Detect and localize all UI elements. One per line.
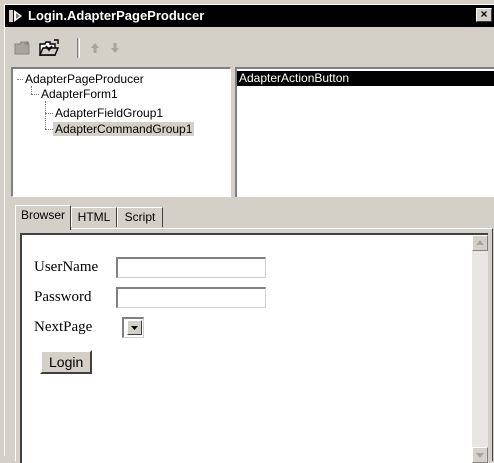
nextpage-label: NextPage [34,319,93,335]
tree-connector [45,101,46,129]
app-icon [9,10,22,22]
toolbar-separator [77,38,80,58]
tree-item-adapterfieldgroup1[interactable]: AdapterFieldGroup1 [53,106,165,120]
open-folder-icon [38,39,60,56]
password-field[interactable] [116,287,266,308]
dropdown-arrow[interactable] [127,320,142,335]
arrow-down-icon [476,453,484,458]
arrow-down-icon [111,43,119,53]
tab-content: UserName Password NextPage Login [15,228,493,463]
new-folder-icon [14,41,30,55]
tree-item-adapterpageproducer[interactable]: AdapterPageProducer [23,72,146,86]
window-title: Login.AdapterPageProducer [28,8,205,23]
tab-html[interactable]: HTML [71,207,117,227]
title-bar[interactable]: Login.AdapterPageProducer × [5,5,494,27]
tree-item-adapterform1[interactable]: AdapterForm1 [39,87,120,101]
close-icon: × [480,7,488,21]
username-field[interactable] [116,257,266,278]
list-item-adapteractionbutton[interactable]: AdapterActionButton [237,71,494,86]
tab-browser[interactable]: Browser [15,205,71,230]
tree-connector [31,86,32,94]
password-label: Password [34,289,92,305]
component-tree[interactable]: AdapterPageProducer AdapterForm1 Adapter… [11,67,231,197]
scroll-up-button[interactable] [472,235,488,251]
browser-preview: UserName Password NextPage Login [20,233,488,463]
scroll-down-button[interactable] [472,447,488,463]
tab-script[interactable]: Script [117,207,163,227]
tree-connector [45,129,53,130]
designer-window: Login.AdapterPageProducer × AdapterPageP… [4,4,494,463]
arrow-up-icon [476,240,484,245]
arrow-up-icon [91,43,99,53]
login-button[interactable]: Login [40,350,93,374]
tree-connector [31,94,39,95]
tree-item-adaptercommandgroup1[interactable]: AdapterCommandGroup1 [53,122,195,136]
new-folder-button[interactable] [11,36,35,60]
fields-list[interactable]: AdapterActionButton [235,67,494,197]
move-down-button[interactable] [103,36,127,60]
vertical-scrollbar[interactable] [472,235,488,463]
close-button[interactable]: × [476,8,492,22]
username-label: UserName [34,259,99,275]
chevron-down-icon [131,326,138,330]
nextpage-select[interactable] [122,317,144,338]
toolbar [5,27,494,67]
open-folder-button[interactable] [37,36,61,60]
tree-connector [45,113,53,114]
